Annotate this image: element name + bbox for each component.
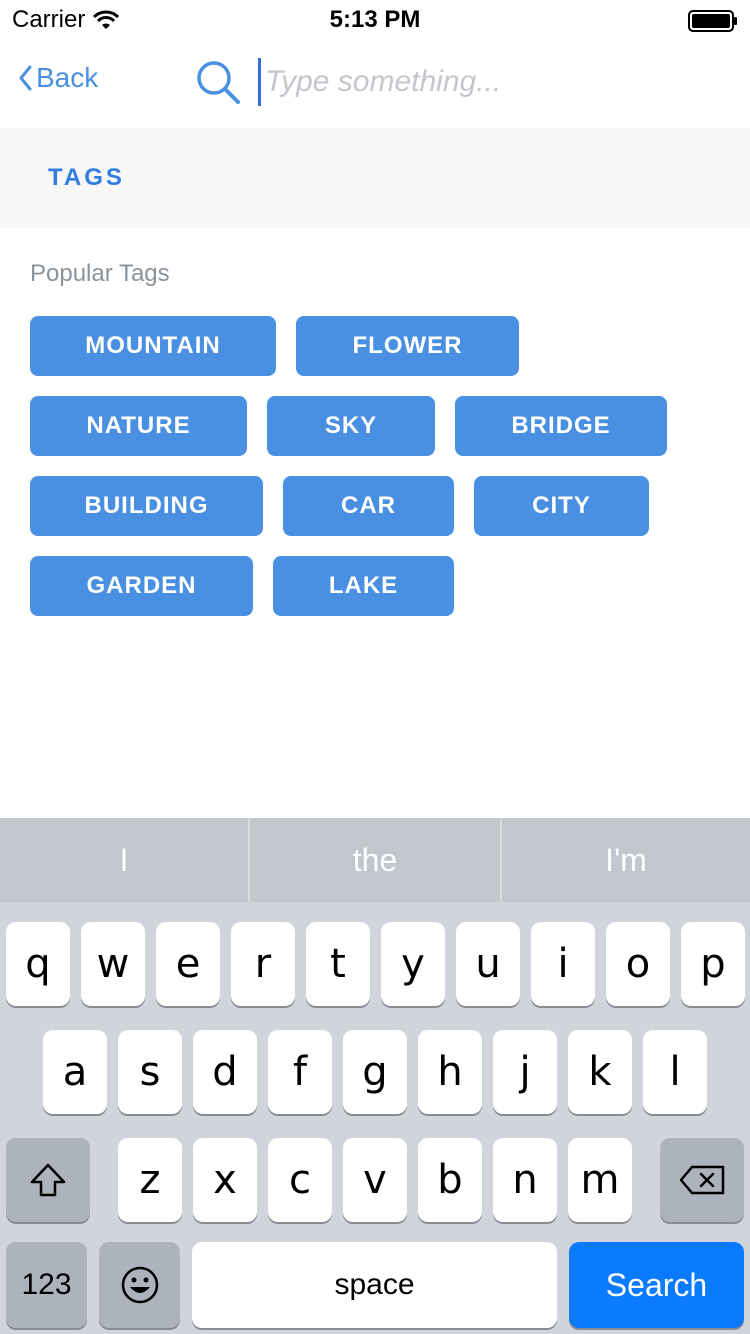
- status-time: 5:13 PM: [329, 6, 421, 33]
- keyboard: I the I'm q w e r t y u i o p a s d f g …: [0, 818, 750, 1334]
- back-label: Back: [36, 62, 99, 93]
- key-h[interactable]: h: [418, 1030, 482, 1114]
- key-t[interactable]: t: [306, 922, 370, 1006]
- nav-bar: Back: [0, 40, 750, 128]
- status-bar: Carrier 5:13 PM: [0, 0, 750, 40]
- suggestion-bar: I the I'm: [0, 818, 750, 902]
- numbers-key[interactable]: 123: [6, 1242, 87, 1328]
- shift-key[interactable]: [6, 1138, 90, 1222]
- tag-chip-mountain[interactable]: MOUNTAIN: [30, 316, 276, 376]
- key-e[interactable]: e: [156, 922, 220, 1006]
- section-title: TAGS: [48, 164, 125, 191]
- tag-chip-lake[interactable]: LAKE: [273, 556, 454, 616]
- key-s[interactable]: s: [118, 1030, 182, 1114]
- tag-chip-city[interactable]: CITY: [474, 476, 649, 536]
- key-r[interactable]: r: [231, 922, 295, 1006]
- battery-icon: [688, 10, 737, 32]
- key-m[interactable]: m: [568, 1138, 632, 1222]
- shift-icon: [30, 1163, 66, 1197]
- suggestion-item[interactable]: the: [250, 818, 500, 902]
- back-button[interactable]: Back: [18, 62, 98, 94]
- search-icon: [197, 61, 240, 104]
- key-u[interactable]: u: [456, 922, 520, 1006]
- tags-section-header: TAGS: [0, 128, 750, 228]
- key-j[interactable]: j: [493, 1030, 557, 1114]
- search-input[interactable]: [258, 58, 728, 106]
- search-key[interactable]: Search: [569, 1242, 744, 1328]
- key-q[interactable]: q: [6, 922, 70, 1006]
- tag-chip-nature[interactable]: NATURE: [30, 396, 247, 456]
- key-n[interactable]: n: [493, 1138, 557, 1222]
- tag-chip-bridge[interactable]: BRIDGE: [455, 396, 667, 456]
- emoji-key[interactable]: [99, 1242, 180, 1328]
- tag-chip-building[interactable]: BUILDING: [30, 476, 263, 536]
- key-v[interactable]: v: [343, 1138, 407, 1222]
- key-i[interactable]: i: [531, 922, 595, 1006]
- key-p[interactable]: p: [681, 922, 745, 1006]
- key-b[interactable]: b: [418, 1138, 482, 1222]
- key-x[interactable]: x: [193, 1138, 257, 1222]
- emoji-icon: [121, 1266, 158, 1304]
- suggestion-item[interactable]: I'm: [502, 818, 750, 902]
- tag-chip-garden[interactable]: GARDEN: [30, 556, 253, 616]
- tag-chip-car[interactable]: CAR: [283, 476, 454, 536]
- delete-key[interactable]: [660, 1138, 744, 1222]
- key-d[interactable]: d: [193, 1030, 257, 1114]
- key-l[interactable]: l: [643, 1030, 707, 1114]
- key-k[interactable]: k: [568, 1030, 632, 1114]
- key-g[interactable]: g: [343, 1030, 407, 1114]
- key-w[interactable]: w: [81, 922, 145, 1006]
- tag-chip-flower[interactable]: FLOWER: [296, 316, 519, 376]
- suggestion-item[interactable]: I: [0, 818, 248, 902]
- space-key[interactable]: space: [192, 1242, 557, 1328]
- key-c[interactable]: c: [268, 1138, 332, 1222]
- popular-tags-label: Popular Tags: [30, 260, 170, 287]
- tag-chip-sky[interactable]: SKY: [267, 396, 435, 456]
- key-z[interactable]: z: [118, 1138, 182, 1222]
- key-y[interactable]: y: [381, 922, 445, 1006]
- backspace-icon: [679, 1165, 725, 1195]
- key-a[interactable]: a: [43, 1030, 107, 1114]
- key-o[interactable]: o: [606, 922, 670, 1006]
- chevron-left-icon: [19, 65, 32, 91]
- key-f[interactable]: f: [268, 1030, 332, 1114]
